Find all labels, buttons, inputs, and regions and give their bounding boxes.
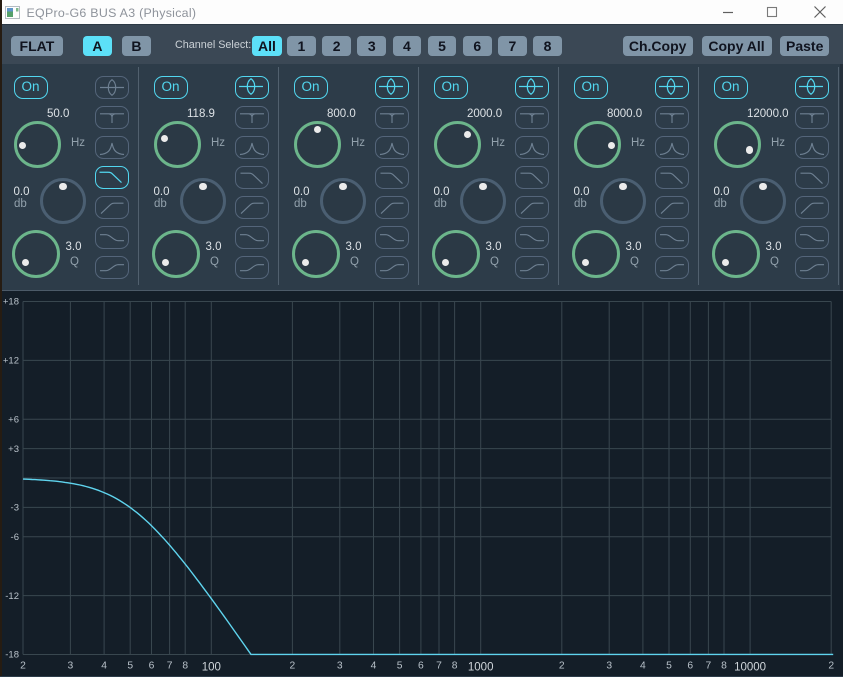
svg-text:+3: +3 (8, 444, 19, 455)
svg-text:+6: +6 (8, 414, 19, 425)
svg-text:-3: -3 (11, 503, 19, 514)
svg-text:5: 5 (127, 661, 133, 672)
svg-text:4: 4 (101, 661, 107, 672)
svg-text:1000: 1000 (468, 662, 494, 674)
svg-text:8: 8 (452, 661, 458, 672)
svg-text:7: 7 (167, 661, 173, 672)
svg-text:-18: -18 (5, 650, 19, 661)
svg-text:8: 8 (721, 661, 727, 672)
svg-text:-6: -6 (11, 532, 19, 543)
svg-text:5: 5 (666, 661, 672, 672)
svg-text:-12: -12 (5, 591, 19, 602)
svg-text:4: 4 (640, 661, 646, 672)
svg-text:10000: 10000 (734, 662, 766, 674)
svg-text:6: 6 (418, 661, 424, 672)
svg-text:+18: +18 (3, 297, 19, 308)
svg-text:+12: +12 (3, 356, 19, 367)
svg-text:8: 8 (182, 661, 188, 672)
svg-text:6: 6 (687, 661, 693, 672)
svg-text:7: 7 (436, 661, 442, 672)
svg-text:100: 100 (202, 662, 221, 674)
svg-text:7: 7 (706, 661, 712, 672)
svg-text:3: 3 (337, 661, 343, 672)
svg-text:2: 2 (290, 661, 296, 672)
svg-text:3: 3 (68, 661, 74, 672)
svg-text:4: 4 (371, 661, 377, 672)
svg-text:2: 2 (559, 661, 565, 672)
svg-text:2: 2 (828, 661, 834, 672)
svg-text:6: 6 (149, 661, 155, 672)
svg-text:2: 2 (20, 661, 26, 672)
svg-text:5: 5 (397, 661, 403, 672)
svg-text:3: 3 (606, 661, 612, 672)
